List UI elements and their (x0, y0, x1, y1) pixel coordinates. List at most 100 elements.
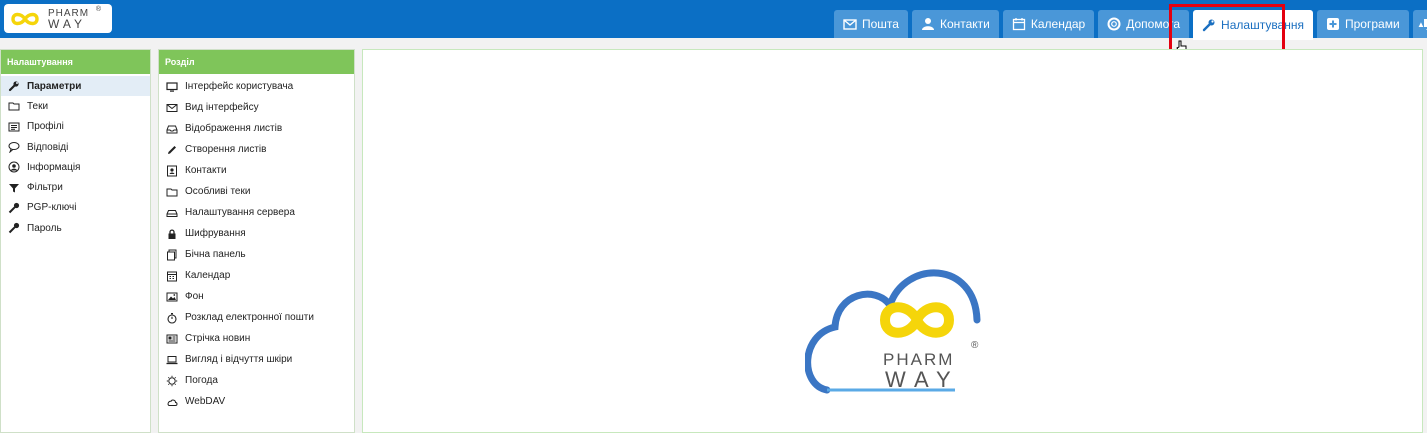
infinity-logo-icon (879, 302, 955, 338)
section-item-sidebar[interactable]: Бічна панель (159, 244, 354, 265)
content-registered-mark: ® (971, 340, 979, 351)
lifebuoy-icon (1107, 17, 1121, 31)
section-item-server-settings[interactable]: Налаштування сервера (159, 202, 354, 223)
plus-square-icon (1326, 17, 1340, 31)
section-item-label: Створення листів (185, 144, 267, 155)
section-item-interface-view[interactable]: Вид інтерфейсу (159, 97, 354, 118)
settings-item-password[interactable]: Пароль (1, 218, 150, 238)
tab-help[interactable]: Допомога (1098, 10, 1190, 38)
folder-icon (166, 186, 178, 198)
speech-bubble-icon (8, 141, 20, 154)
settings-item-information[interactable]: Інформація (1, 157, 150, 177)
section-item-label: Контакти (185, 165, 227, 176)
inbox-icon (166, 123, 178, 135)
pharmway-logo[interactable]: PHARM WAY ® (4, 4, 112, 33)
key-icon (8, 202, 20, 214)
tab-settings-label: Налаштування (1221, 18, 1304, 32)
section-list: Інтерфейс користувача Вид інтерфейсу Від… (159, 74, 354, 412)
section-item-label: Бічна панель (185, 249, 246, 260)
laptop-icon (166, 354, 178, 366)
calendar-icon (166, 270, 178, 282)
settings-item-label: Параметри (27, 80, 82, 92)
section-item-email-schedule[interactable]: Розклад електронної пошти (159, 307, 354, 328)
section-item-webdav[interactable]: WebDAV (159, 391, 354, 412)
section-item-encryption[interactable]: Шифрування (159, 223, 354, 244)
content-panel: PHARM WAY ® (362, 49, 1423, 433)
tab-mail-label: Пошта (862, 17, 899, 31)
section-item-message-display[interactable]: Відображення листів (159, 118, 354, 139)
content-logo-way: WAY (885, 367, 960, 392)
settings-item-folders[interactable]: Теки (1, 96, 150, 116)
settings-item-label: Пароль (27, 222, 62, 234)
section-item-label: Стрічка новин (185, 333, 251, 344)
settings-item-label: PGP-ключі (27, 202, 77, 214)
tab-calendar[interactable]: Календар (1002, 10, 1095, 38)
settings-item-parameters[interactable]: Параметри (1, 76, 150, 97)
user-icon (921, 17, 935, 31)
section-item-user-interface[interactable]: Інтерфейс користувача (159, 76, 354, 97)
section-item-weather[interactable]: Погода (159, 370, 354, 391)
section-item-label: Особливі теки (185, 186, 251, 197)
section-item-label: Розклад електронної пошти (185, 312, 314, 323)
image-icon (166, 291, 178, 303)
section-item-label: Вид інтерфейсу (185, 102, 259, 113)
section-item-skin[interactable]: Вигляд і відчуття шкіри (159, 349, 354, 370)
tab-mail[interactable]: Пошта (834, 10, 908, 38)
section-panel: Розділ Інтерфейс користувача Вид інтерфе… (158, 49, 355, 433)
section-item-news-feed[interactable]: Стрічка новин (159, 328, 354, 349)
settings-item-pgp-keys[interactable]: PGP-ключі (1, 198, 150, 218)
settings-item-label: Відповіді (27, 141, 69, 153)
section-item-label: Налаштування сервера (185, 207, 295, 218)
section-item-special-folders[interactable]: Особливі теки (159, 181, 354, 202)
registered-mark: ® (95, 6, 101, 13)
settings-item-label: Фільтри (27, 182, 63, 194)
section-item-label: Шифрування (185, 228, 246, 239)
user-circle-icon (8, 161, 20, 173)
lock-icon (166, 228, 178, 240)
section-item-label: Погода (185, 375, 218, 386)
tab-calendar-label: Календар (1030, 17, 1086, 31)
settings-item-profiles[interactable]: Профілі (1, 117, 150, 137)
folder-icon (8, 100, 20, 112)
settings-item-label: Теки (27, 100, 49, 112)
main-tabs: Пошта Контакти Календар Допомога Налашту… (834, 10, 1427, 40)
sun-icon (166, 375, 178, 387)
tab-help-label: Допомога (1126, 17, 1181, 31)
top-navigation-bar: PHARM WAY ® Пошта Контакти Календар Допо… (0, 0, 1427, 40)
tab-settings[interactable]: Налаштування (1193, 10, 1313, 40)
section-item-compose[interactable]: Створення листів (159, 139, 354, 160)
settings-item-responses[interactable]: Відповіді (1, 137, 150, 157)
tab-apps[interactable]: Програми (1317, 10, 1409, 38)
wrench-icon (8, 80, 20, 92)
envelope-icon (166, 102, 178, 114)
section-item-label: WebDAV (185, 396, 226, 407)
settings-panel-title: Налаштування (1, 50, 150, 74)
tab-contacts-label: Контакти (939, 17, 990, 31)
id-card-icon (8, 121, 20, 133)
section-item-label: Вигляд і відчуття шкіри (185, 354, 293, 365)
tab-apps-label: Програми (1345, 17, 1400, 31)
section-item-label: Фон (185, 291, 204, 302)
stopwatch-icon (166, 312, 178, 324)
section-item-background[interactable]: Фон (159, 286, 354, 307)
settings-item-label: Профілі (27, 121, 64, 133)
tab-contacts[interactable]: Контакти (911, 10, 999, 38)
filter-icon (8, 182, 20, 194)
key-icon (8, 222, 20, 234)
wrench-icon (1202, 18, 1216, 32)
settings-item-filters[interactable]: Фільтри (1, 177, 150, 197)
cloud-icon (166, 396, 178, 408)
newspaper-icon (166, 333, 178, 345)
monitor-icon (166, 81, 178, 93)
section-item-contacts[interactable]: Контакти (159, 160, 354, 181)
infinity-logo-icon (11, 12, 39, 25)
settings-panel: Налаштування Параметри Теки Профілі Відп… (0, 49, 151, 433)
mail-icon (843, 17, 857, 31)
section-item-label: Відображення листів (185, 123, 283, 134)
server-icon (166, 207, 178, 219)
contact-card-icon (166, 165, 178, 177)
section-panel-title: Розділ (159, 50, 354, 74)
section-item-calendar[interactable]: Календар (159, 265, 354, 286)
settings-list: Параметри Теки Профілі Відповіді Інформа… (1, 74, 150, 238)
collapse-arrow-icon[interactable]: ▲ (1417, 20, 1425, 29)
